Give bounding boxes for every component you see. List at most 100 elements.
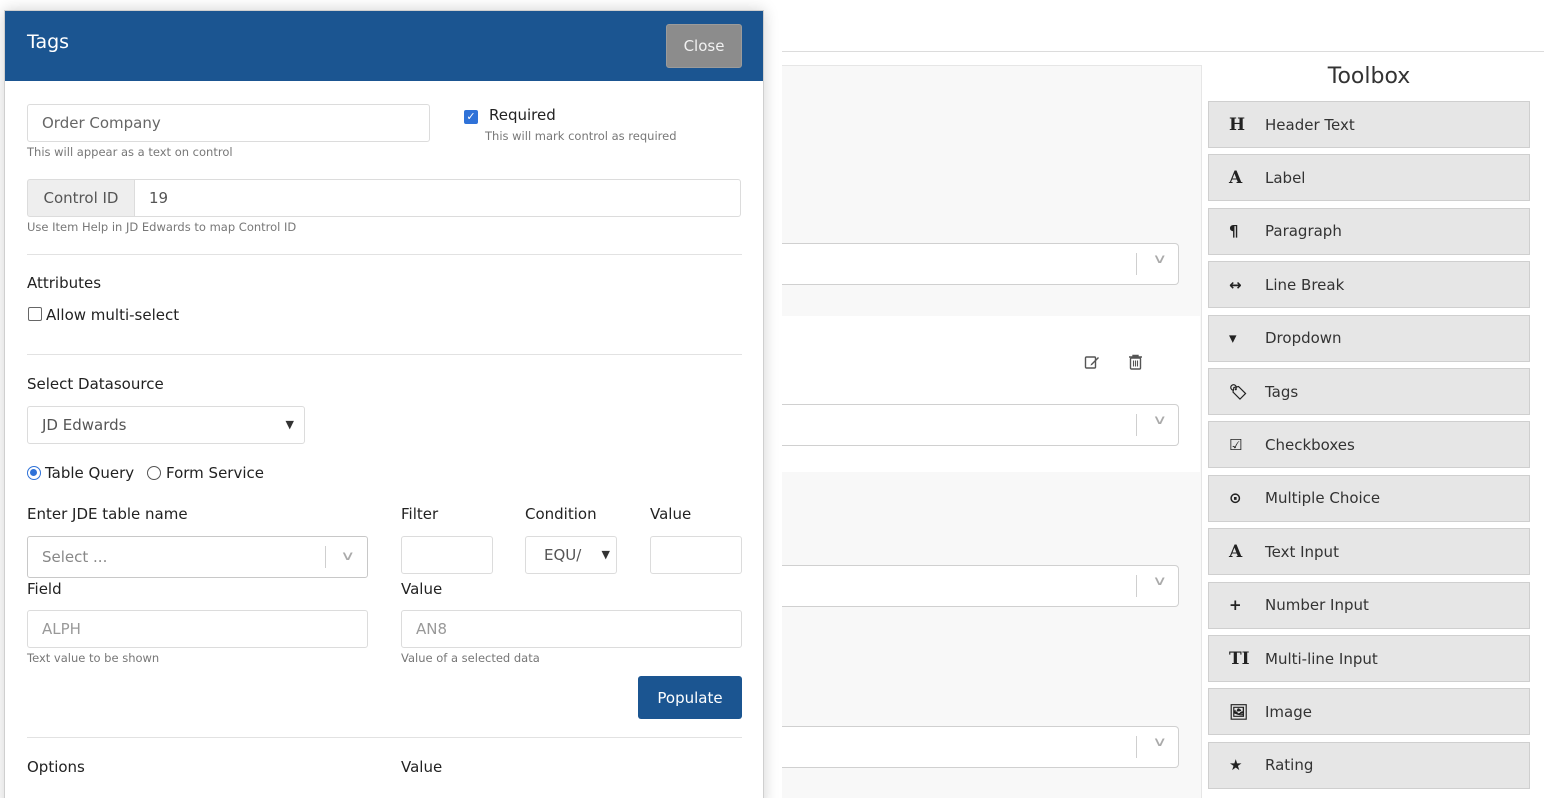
- toolbox-item-label: Dropdown: [1265, 329, 1342, 348]
- filter-label: Filter: [401, 505, 439, 523]
- control-id-input[interactable]: 19: [134, 179, 741, 217]
- form-builder-page: ∨ ∨ ∨ ∨ Toolbox H Header Text A Label ¶ Parag…: [0, 0, 1544, 798]
- form-service-label: Form Service: [166, 464, 264, 482]
- tags-modal: Tags Close Order Company This will appea…: [4, 10, 764, 798]
- image-icon: 🖼: [1229, 702, 1249, 721]
- control-text-help: This will appear as a text on control: [27, 145, 233, 159]
- toolbox-item-paragraph[interactable]: ¶ Paragraph: [1208, 207, 1530, 255]
- divider: [27, 254, 742, 255]
- toolbox-item-label: Line Break: [1265, 275, 1345, 294]
- toolbox-item-label: Text Input: [1265, 542, 1339, 561]
- required-checkbox[interactable]: ✓: [464, 110, 478, 124]
- toolbox-item-tags[interactable]: 🏷 Tags: [1208, 368, 1530, 415]
- divider: [27, 354, 742, 355]
- value-label: Value: [650, 505, 692, 523]
- table-query-label: Table Query: [45, 464, 135, 482]
- toolbox-item-number-input[interactable]: + Number Input: [1208, 581, 1530, 629]
- condition-selected: EQU/: [544, 546, 582, 564]
- chevron-down-icon: ∨: [1152, 574, 1168, 589]
- required-label: Required: [489, 106, 556, 124]
- options-value-label: Value: [401, 758, 443, 776]
- condition-label: Condition: [525, 505, 597, 523]
- header-icon: H: [1229, 114, 1246, 135]
- form-service-radio[interactable]: [147, 466, 161, 480]
- toolbox-item-label[interactable]: A Label: [1208, 154, 1530, 202]
- label-icon: A: [1229, 167, 1243, 188]
- toolbox-item-rating[interactable]: ★ Rating: [1208, 741, 1530, 789]
- paragraph-icon: ¶: [1229, 222, 1239, 241]
- query-value-input[interactable]: [650, 536, 742, 574]
- toolbox-item-label: Multi-line Input: [1265, 649, 1378, 668]
- datasource-heading: Select Datasource: [27, 375, 164, 393]
- toolbox-item-multi-line-input[interactable]: TI Multi-line Input: [1208, 635, 1530, 682]
- table-name-placeholder: Select ...: [42, 548, 108, 566]
- top-divider: [782, 51, 1544, 52]
- chevron-down-icon: ∨: [340, 549, 356, 564]
- required-help: This will mark control as required: [485, 129, 677, 143]
- toolbox-item-dropdown[interactable]: ▾ Dropdown: [1208, 314, 1530, 362]
- field-value-label: Value: [401, 580, 443, 598]
- multiline-icon: TI: [1229, 648, 1250, 669]
- table-name-select[interactable]: Select ... ∨: [27, 536, 368, 578]
- toolbox-item-label: Checkboxes: [1265, 435, 1355, 454]
- toolbox-title: Toolbox: [1327, 64, 1411, 89]
- chevron-down-icon: ∨: [1152, 735, 1168, 750]
- toolbox-item-label: Number Input: [1265, 596, 1369, 615]
- populate-button[interactable]: Populate: [638, 676, 742, 719]
- field-value-help: Value of a selected data: [401, 651, 540, 665]
- chevron-down-icon: ▼: [599, 537, 610, 573]
- attributes-heading: Attributes: [27, 274, 102, 292]
- toolbox-item-label: Label: [1265, 168, 1306, 187]
- close-button[interactable]: Close: [666, 24, 742, 68]
- toolbox-item-line-break[interactable]: ↔ Line Break: [1208, 261, 1530, 309]
- field-value-input[interactable]: AN8: [401, 610, 742, 648]
- checkbox-icon: ☑: [1229, 435, 1243, 454]
- chevron-down-icon: ∨: [1152, 252, 1168, 267]
- canvas-dropdown-3[interactable]: ∨: [782, 565, 1179, 607]
- divider: [27, 737, 742, 738]
- field-input[interactable]: ALPH: [27, 610, 368, 648]
- modal-title: Tags: [27, 31, 70, 53]
- chevron-down-icon: ▼: [285, 418, 294, 431]
- canvas-dropdown-4[interactable]: ∨: [782, 726, 1179, 768]
- multi-select-label: Allow multi-select: [46, 306, 180, 324]
- options-label: Options: [27, 758, 85, 776]
- toolbox-item-label: Rating: [1265, 756, 1314, 775]
- datasource-select[interactable]: JD Edwards ▼: [27, 406, 305, 444]
- edit-icon[interactable]: [1084, 354, 1100, 370]
- toolbox-item-multiple-choice[interactable]: ⊙ Multiple Choice: [1208, 474, 1530, 522]
- multi-select-checkbox[interactable]: [28, 307, 42, 321]
- toolbox-item-label: Paragraph: [1265, 222, 1342, 241]
- table-name-label: Enter JDE table name: [27, 505, 188, 523]
- dropdown-icon: ▾: [1229, 329, 1237, 348]
- radio-icon: ⊙: [1229, 489, 1242, 508]
- toolbox-item-image[interactable]: 🖼 Image: [1208, 688, 1530, 736]
- star-icon: ★: [1229, 756, 1243, 775]
- toolbox-item-label: Header Text: [1265, 115, 1355, 134]
- modal-header: Tags Close: [5, 11, 763, 81]
- control-id-addon: Control ID: [27, 179, 135, 217]
- selected-control-row[interactable]: [782, 316, 1200, 472]
- filter-input[interactable]: [401, 536, 493, 574]
- table-query-radio[interactable]: [27, 466, 41, 480]
- toolbox-item-label: Image: [1265, 702, 1312, 721]
- control-id-help: Use Item Help in JD Edwards to map Contr…: [27, 220, 297, 234]
- trash-icon[interactable]: [1128, 354, 1143, 370]
- field-label: Field: [27, 580, 62, 598]
- text-input-icon: A: [1229, 541, 1243, 562]
- control-text-input[interactable]: Order Company: [27, 104, 430, 142]
- toolbox-item-label: Multiple Choice: [1265, 489, 1381, 508]
- toolbox-item-header-text[interactable]: H Header Text: [1208, 101, 1530, 148]
- canvas-dropdown-2[interactable]: ∨: [782, 404, 1179, 446]
- chevron-down-icon: ∨: [1152, 413, 1168, 428]
- datasource-selected: JD Edwards: [42, 416, 127, 434]
- line-break-icon: ↔: [1229, 275, 1242, 294]
- toolbox-item-label: Tags: [1265, 382, 1299, 401]
- canvas-dropdown-1[interactable]: ∨: [782, 243, 1179, 285]
- select-separator: [325, 546, 326, 568]
- toolbox-item-checkboxes[interactable]: ☑ Checkboxes: [1208, 421, 1530, 469]
- field-help: Text value to be shown: [27, 651, 160, 665]
- condition-select[interactable]: EQU/ ▼: [525, 536, 617, 574]
- tags-icon: 🏷: [1229, 382, 1249, 401]
- toolbox-item-text-input[interactable]: A Text Input: [1208, 528, 1530, 576]
